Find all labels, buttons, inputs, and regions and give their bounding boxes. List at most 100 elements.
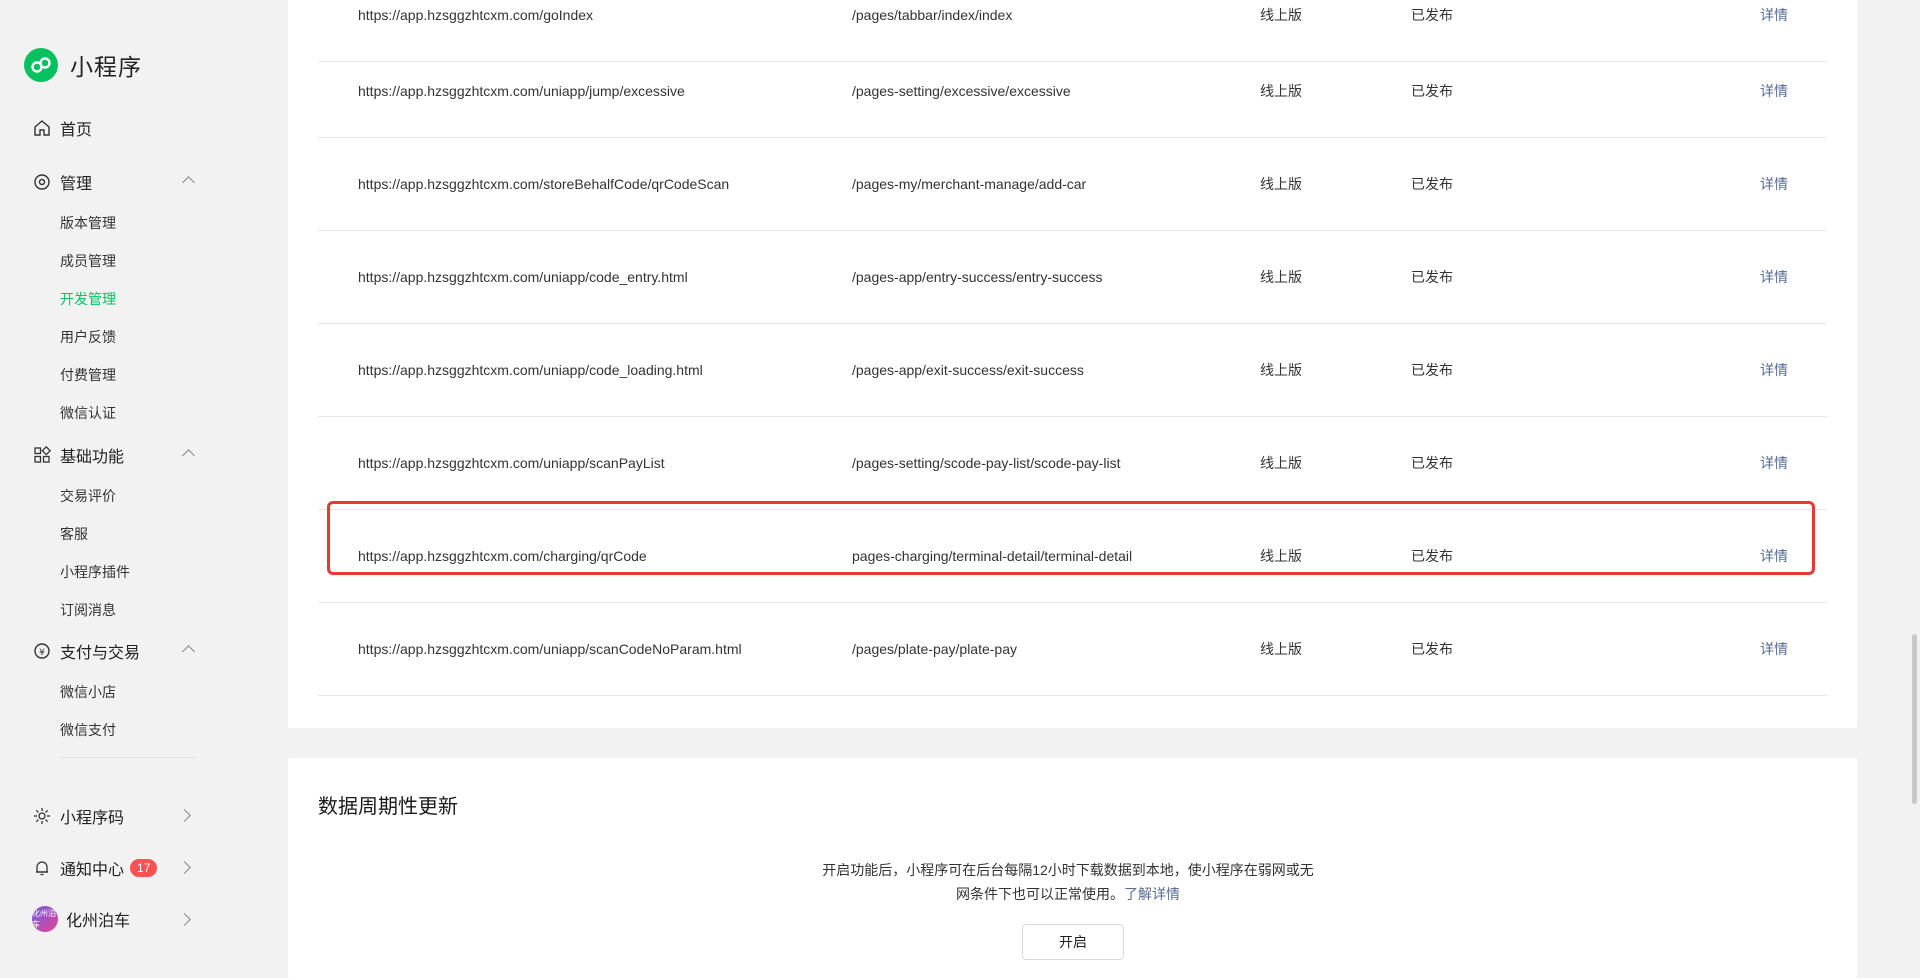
status-cell: 已发布 <box>1411 455 1453 471</box>
table-row: https://app.hzsggzhtcxm.com/uniapp/code_… <box>318 231 1827 324</box>
page-path-cell: /pages/tabbar/index/index <box>852 7 1013 23</box>
nav-qrcode[interactable]: 小程序码 <box>32 804 124 828</box>
page-path-cell: /pages-app/entry-success/entry-success <box>852 269 1103 285</box>
avatar: 化州泊车 <box>32 906 58 932</box>
sidebar-item-feedback[interactable]: 用户反馈 <box>60 327 116 347</box>
page-path-cell: pages-charging/terminal-detail/terminal-… <box>852 548 1133 564</box>
details-link[interactable]: 详情 <box>1760 639 1788 659</box>
nav-home[interactable]: 首页 <box>32 116 92 140</box>
version-cell: 线上版 <box>1260 455 1302 471</box>
sidebar-item-billing[interactable]: 付费管理 <box>60 365 116 385</box>
status-cell: 已发布 <box>1411 176 1453 192</box>
sun-qrcode-icon <box>32 806 52 826</box>
table-row: https://app.hzsggzhtcxm.com/storeBehalfC… <box>318 138 1827 231</box>
mini-program-logo-icon <box>24 48 58 82</box>
domain-url-cell: https://app.hzsggzhtcxm.com/storeBehalfC… <box>358 176 730 192</box>
page-path-cell: /pages-setting/excessive/excessive <box>852 83 1071 99</box>
settings-circle-icon <box>32 172 52 192</box>
brand-title: 小程序 <box>70 54 142 80</box>
nav-manage[interactable]: 管理 <box>32 170 92 194</box>
status-cell: 已发布 <box>1411 7 1453 23</box>
sidebar: 小程序 首页 管理 版本管理 成员管理 开发管理 用户反馈 付费管理 微信认证 … <box>0 0 230 953</box>
sidebar-item-shop[interactable]: 微信小店 <box>60 682 116 702</box>
page-path-cell: /pages-setting/scode-pay-list/scode-pay-… <box>852 455 1121 471</box>
sidebar-item-wxpay[interactable]: 微信支付 <box>60 720 116 740</box>
version-cell: 线上版 <box>1260 269 1302 285</box>
sidebar-item-verify[interactable]: 微信认证 <box>60 403 116 423</box>
grid-icon <box>32 445 52 465</box>
nav-basic-label: 基础功能 <box>60 449 125 466</box>
periodic-update-card: 数据周期性更新 开启功能后，小程序可在后台每隔12小时下载数据到本地，使小程序在… <box>288 758 1857 978</box>
table-row: https://app.hzsggzhtcxm.com/charging/qrC… <box>318 510 1827 603</box>
nav-basic[interactable]: 基础功能 <box>32 443 124 467</box>
sidebar-item-dev[interactable]: 开发管理 <box>60 289 116 309</box>
sidebar-item-plugins[interactable]: 小程序插件 <box>60 562 130 582</box>
scrollbar[interactable] <box>1912 634 1917 804</box>
nav-pay[interactable]: ¥ 支付与交易 <box>32 639 140 663</box>
version-cell: 线上版 <box>1260 7 1302 23</box>
table-row: https://app.hzsggzhtcxm.com/uniapp/scanP… <box>318 417 1827 510</box>
table-row: https://app.hzsggzhtcxm.com/uniapp/code_… <box>318 324 1827 417</box>
sidebar-item-review[interactable]: 交易评价 <box>60 486 116 506</box>
domain-url-cell: https://app.hzsggzhtcxm.com/uniapp/jump/… <box>358 83 685 99</box>
version-cell: 线上版 <box>1260 176 1302 192</box>
sidebar-divider <box>60 757 196 758</box>
account-name: 化州泊车 <box>66 913 131 930</box>
sidebar-item-service[interactable]: 客服 <box>60 524 88 544</box>
home-icon <box>32 118 52 138</box>
chevron-right-icon[interactable] <box>178 809 191 822</box>
details-link[interactable]: 详情 <box>1760 360 1788 380</box>
version-cell: 线上版 <box>1260 362 1302 378</box>
desc-line-1: 开启功能后，小程序可在后台每隔12小时下载数据到本地，使小程序在弱网或无 <box>822 862 1314 878</box>
chevron-up-icon[interactable] <box>182 449 195 462</box>
domain-url-cell: https://app.hzsggzhtcxm.com/uniapp/code_… <box>358 269 688 285</box>
desc-line-2: 网条件下也可以正常使用。 <box>956 886 1124 902</box>
chevron-right-icon[interactable] <box>178 913 191 926</box>
status-cell: 已发布 <box>1411 269 1453 285</box>
sidebar-item-members[interactable]: 成员管理 <box>60 251 116 271</box>
nav-notify-label: 通知中心 <box>60 862 125 879</box>
status-cell: 已发布 <box>1411 362 1453 378</box>
notify-count-badge: 17 <box>130 859 158 877</box>
version-cell: 线上版 <box>1260 548 1302 564</box>
status-cell: 已发布 <box>1411 641 1453 657</box>
yen-circle-icon: ¥ <box>32 641 52 661</box>
business-domain-table-card: https://app.hzsggzhtcxm.com/goIndex/page… <box>288 0 1857 728</box>
chevron-right-icon[interactable] <box>178 861 191 874</box>
status-cell: 已发布 <box>1411 548 1453 564</box>
enable-button[interactable]: 开启 <box>1022 924 1124 960</box>
domain-url-cell: https://app.hzsggzhtcxm.com/charging/qrC… <box>358 548 647 564</box>
section-title: 数据周期性更新 <box>318 796 458 818</box>
details-link[interactable]: 详情 <box>1760 81 1788 101</box>
details-link[interactable]: 详情 <box>1760 174 1788 194</box>
sidebar-item-subscribe[interactable]: 订阅消息 <box>60 600 116 620</box>
details-link[interactable]: 详情 <box>1760 5 1788 25</box>
learn-more-link[interactable]: 了解详情 <box>1124 886 1180 902</box>
nav-home-label: 首页 <box>60 122 93 139</box>
domain-url-cell: https://app.hzsggzhtcxm.com/uniapp/code_… <box>358 362 703 378</box>
domain-url-cell: https://app.hzsggzhtcxm.com/uniapp/scanP… <box>358 455 665 471</box>
details-link[interactable]: 详情 <box>1760 267 1788 287</box>
version-cell: 线上版 <box>1260 641 1302 657</box>
chevron-up-icon[interactable] <box>182 176 195 189</box>
page-path-cell: /pages-app/exit-success/exit-success <box>852 362 1084 378</box>
svg-text:¥: ¥ <box>39 648 45 658</box>
sidebar-item-version[interactable]: 版本管理 <box>60 213 116 233</box>
brand[interactable]: 小程序 <box>24 48 142 82</box>
details-link[interactable]: 详情 <box>1760 453 1788 473</box>
nav-qrcode-label: 小程序码 <box>60 810 125 827</box>
nav-notify[interactable]: 通知中心 17 <box>32 856 158 880</box>
version-cell: 线上版 <box>1260 83 1302 99</box>
details-link[interactable]: 详情 <box>1760 546 1788 566</box>
page-path-cell: /pages-my/merchant-manage/add-car <box>852 176 1087 192</box>
status-cell: 已发布 <box>1411 83 1453 99</box>
nav-pay-label: 支付与交易 <box>60 645 141 662</box>
domain-url-cell: https://app.hzsggzhtcxm.com/goIndex <box>358 7 594 23</box>
table-row: https://app.hzsggzhtcxm.com/uniapp/scanC… <box>318 603 1827 696</box>
nav-account[interactable]: 化州泊车 化州泊车 <box>32 906 130 932</box>
domain-url-cell: https://app.hzsggzhtcxm.com/uniapp/scanC… <box>358 641 742 657</box>
section-description: 开启功能后，小程序可在后台每隔12小时下载数据到本地，使小程序在弱网或无 网条件… <box>818 858 1318 906</box>
chevron-up-icon[interactable] <box>182 645 195 658</box>
page-path-cell: /pages/plate-pay/plate-pay <box>852 641 1017 657</box>
table-row: https://app.hzsggzhtcxm.com/uniapp/jump/… <box>318 45 1827 138</box>
